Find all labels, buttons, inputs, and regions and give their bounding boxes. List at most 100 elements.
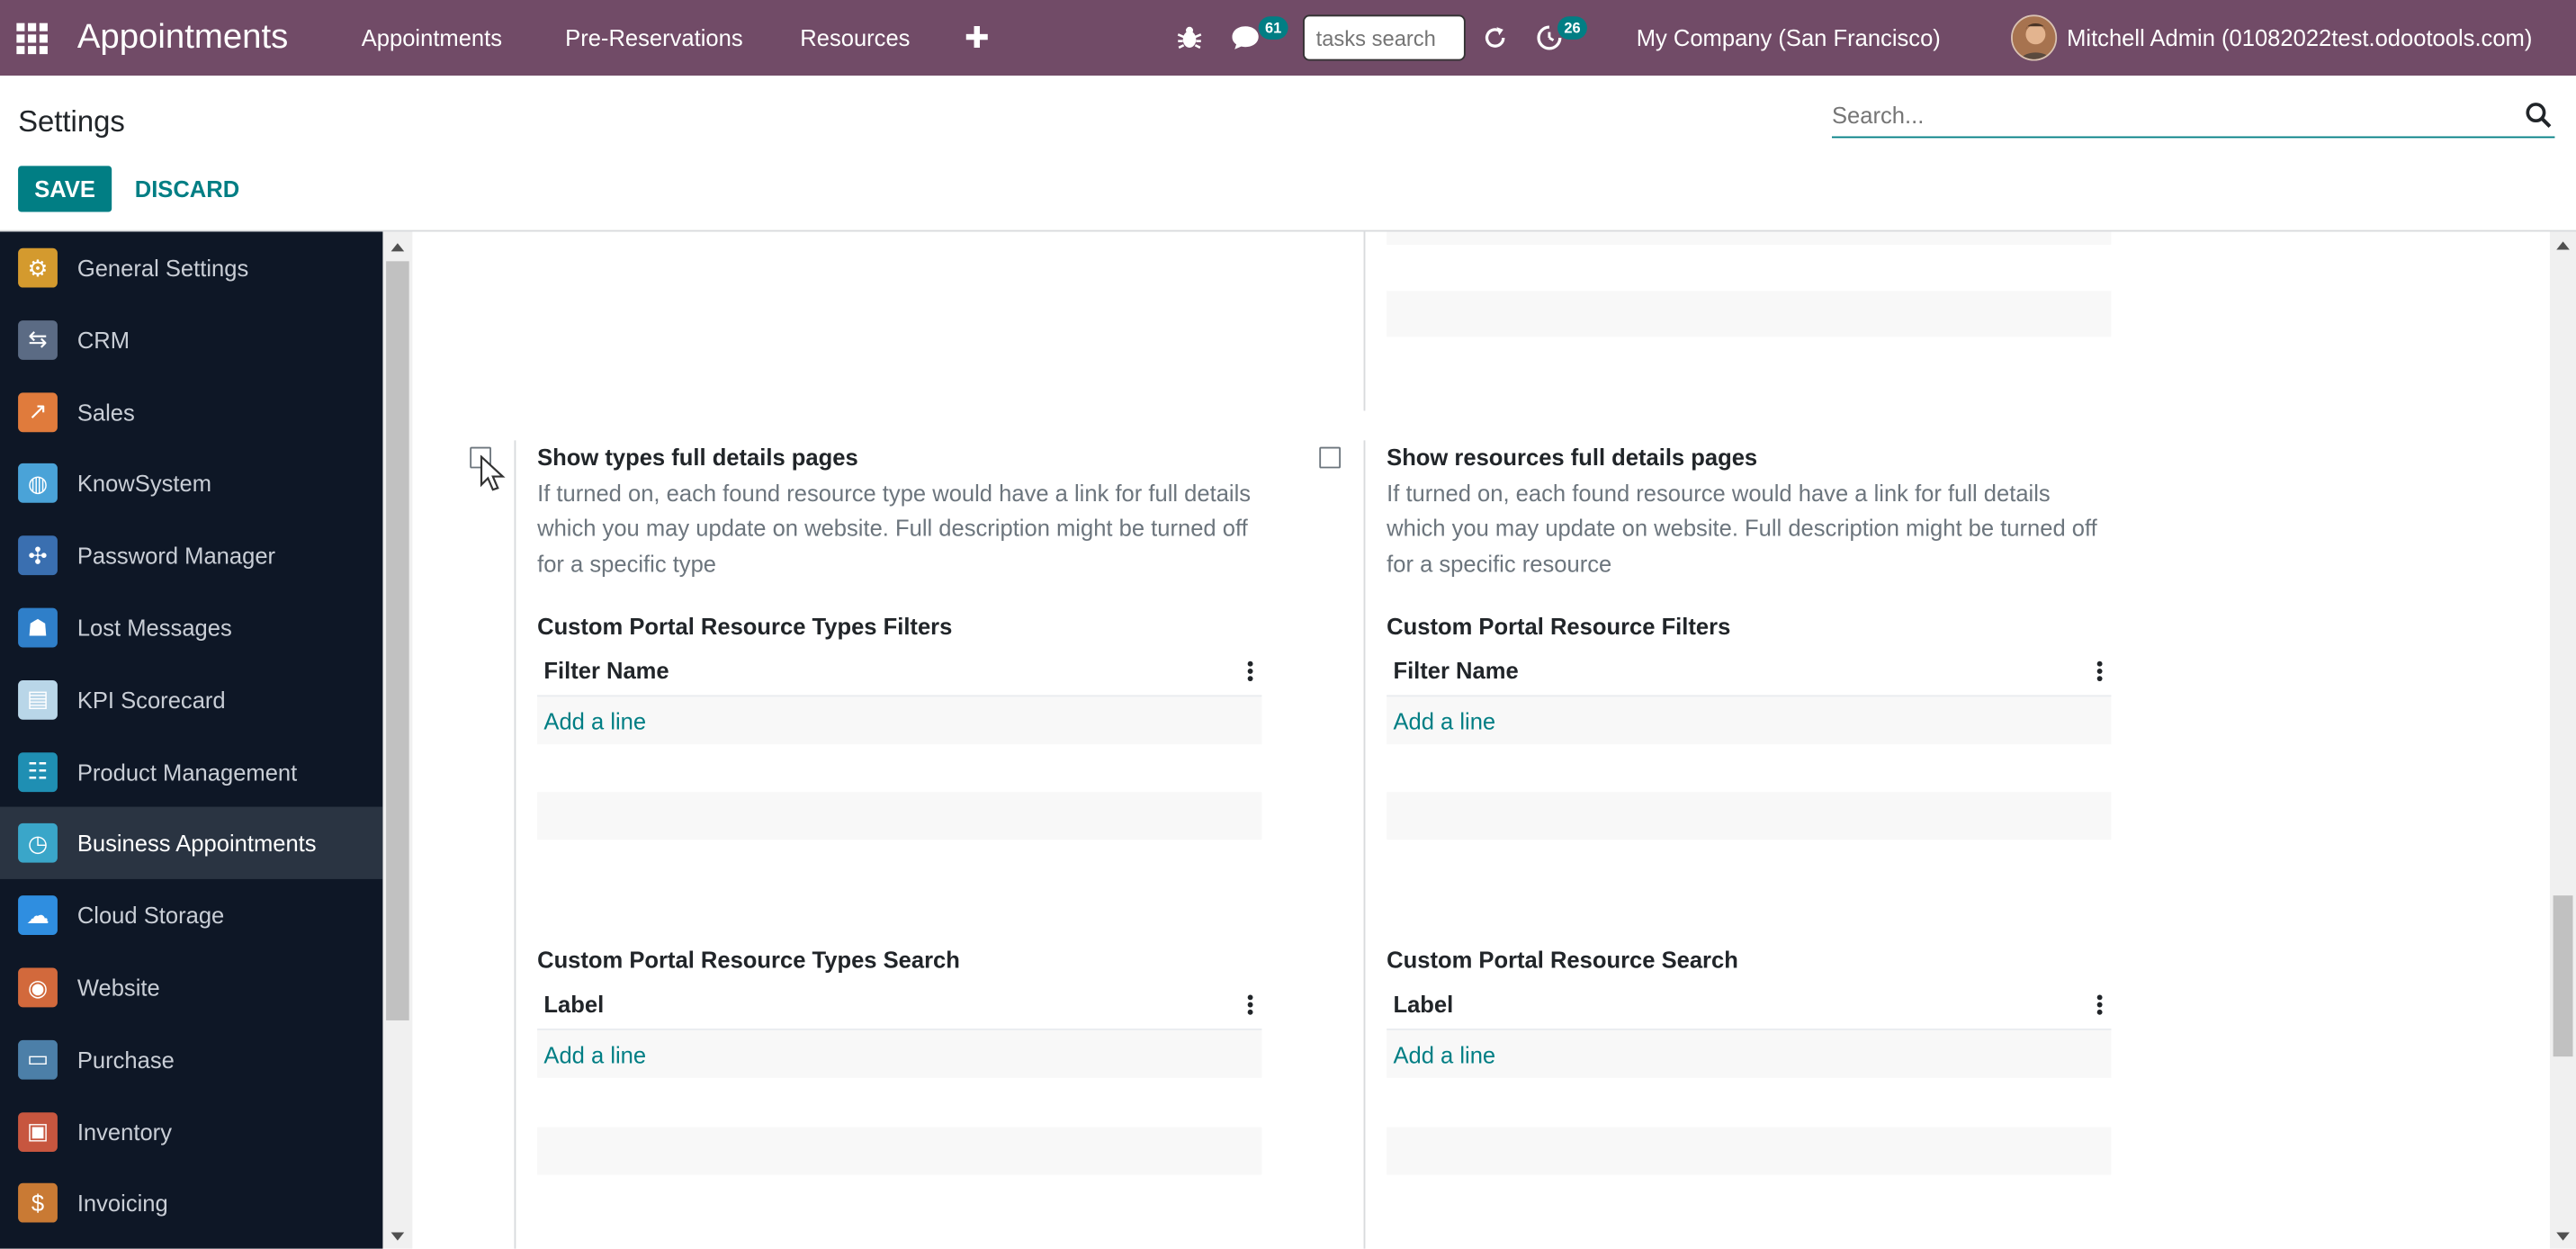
setting-description: If turned on, each found resource would … bbox=[1387, 480, 2097, 577]
section-title: Custom Portal Resource Types Search bbox=[537, 946, 960, 973]
menu-appointments[interactable]: Appointments bbox=[362, 0, 502, 76]
sidebar-item-label: Invoicing bbox=[76, 1190, 168, 1217]
show-resources-details-checkbox[interactable] bbox=[1319, 446, 1342, 469]
content-scrollbar[interactable] bbox=[2549, 231, 2576, 1249]
user-question-icon: ☗ bbox=[18, 607, 58, 648]
column-header[interactable]: Filter Name bbox=[1393, 657, 1518, 683]
user-menu[interactable]: Mitchell Admin (01082022test.odootools.c… bbox=[2067, 0, 2532, 76]
placeholder-row bbox=[1387, 291, 2112, 337]
add-line-link[interactable]: Add a line bbox=[1387, 695, 2112, 745]
sidebar-item-lost-messages[interactable]: ☗ Lost Messages bbox=[0, 591, 382, 663]
setting-description: If turned on, each found resource type w… bbox=[537, 480, 1252, 577]
app-brand[interactable]: Appointments bbox=[77, 0, 288, 76]
column-header[interactable]: Label bbox=[543, 991, 604, 1017]
table-header: Label bbox=[1387, 979, 2111, 1029]
quick-create-plus-icon[interactable]: ✚ bbox=[965, 0, 990, 76]
sidebar-scrollbar-thumb[interactable] bbox=[386, 261, 409, 1020]
page-title: Settings bbox=[18, 104, 125, 139]
sidebar-item-label: General Settings bbox=[76, 255, 249, 282]
column-header[interactable]: Label bbox=[1393, 991, 1453, 1017]
puzzle-icon: ✣ bbox=[18, 535, 58, 576]
column-options-icon[interactable] bbox=[2096, 994, 2103, 1016]
setting-title: Show resources full details pages bbox=[1387, 444, 1758, 471]
sidebar-item-website[interactable]: ◉ Website bbox=[0, 951, 382, 1023]
sidebar-item-label: Website bbox=[76, 974, 160, 1002]
menu-resources[interactable]: Resources bbox=[800, 0, 910, 76]
sidebar-item-label: KnowSystem bbox=[76, 470, 212, 498]
section-title: Custom Portal Resource Search bbox=[1387, 946, 1738, 973]
card-icon: ▭ bbox=[18, 1039, 58, 1080]
section-title: Custom Portal Resource Filters bbox=[1387, 613, 1731, 640]
settings-sidebar: ⚙ General Settings ⇆ CRM ↗ Sales ◍ KnowSystem ✣ P… bbox=[0, 231, 383, 1249]
add-line-link[interactable]: Add a line bbox=[537, 1029, 1262, 1078]
sidebar-scrollbar[interactable] bbox=[382, 231, 413, 1249]
sidebar-item-crm[interactable]: ⇆ CRM bbox=[0, 303, 382, 375]
sidebar-item-invoicing[interactable]: $ Invoicing bbox=[0, 1167, 382, 1239]
apps-grid-icon[interactable] bbox=[16, 0, 49, 76]
table-header: Label bbox=[537, 979, 1261, 1029]
column-options-icon[interactable] bbox=[1247, 660, 1253, 682]
sidebar-item-label: Purchase bbox=[76, 1046, 175, 1074]
activities-count-badge: 26 bbox=[1557, 16, 1587, 40]
placeholder-row bbox=[1387, 792, 2112, 840]
column-header[interactable]: Filter Name bbox=[543, 657, 669, 683]
search-icon[interactable] bbox=[2526, 102, 2552, 129]
add-line-link[interactable]: Add a line bbox=[1387, 1029, 2112, 1078]
sidebar-item-label: Cloud Storage bbox=[76, 902, 225, 930]
chat-icon[interactable] bbox=[1231, 0, 1264, 76]
document-icon: ▤ bbox=[18, 679, 58, 720]
column-options-icon[interactable] bbox=[2096, 660, 2103, 682]
scroll-up-arrow-icon[interactable] bbox=[390, 243, 405, 252]
menu-pre-reservations[interactable]: Pre-Reservations bbox=[565, 0, 742, 76]
content-scrollbar-thumb[interactable] bbox=[2553, 895, 2573, 1057]
company-switcher[interactable]: My Company (San Francisco) bbox=[1637, 0, 1941, 76]
chart-icon: ↗ bbox=[18, 391, 58, 432]
placeholder-row bbox=[537, 792, 1262, 840]
column-divider bbox=[1363, 440, 1366, 1249]
brain-icon: ◍ bbox=[18, 463, 58, 504]
sidebar-item-inventory[interactable]: ▣ Inventory bbox=[0, 1095, 382, 1167]
sidebar-item-general-settings[interactable]: ⚙ General Settings bbox=[0, 231, 382, 303]
sidebar-item-kpi-scorecard[interactable]: ▤ KPI Scorecard bbox=[0, 663, 382, 735]
sidebar-item-purchase[interactable]: ▭ Purchase bbox=[0, 1023, 382, 1095]
clock-icon: ◷ bbox=[18, 823, 58, 864]
sidebar-item-label: Inventory bbox=[76, 1118, 172, 1145]
sidebar-item-label: Business Appointments bbox=[76, 830, 317, 858]
sidebar-item-product-management[interactable]: ☷ Product Management bbox=[0, 735, 382, 807]
sidebar-item-sales[interactable]: ↗ Sales bbox=[0, 375, 382, 447]
bug-icon[interactable] bbox=[1176, 0, 1206, 76]
add-line-link[interactable]: Add a line bbox=[537, 695, 1262, 745]
discard-button[interactable]: DISCARD bbox=[130, 166, 244, 211]
user-avatar[interactable] bbox=[2011, 14, 2058, 61]
sidebar-item-label: CRM bbox=[76, 327, 130, 354]
sidebar-item-label: Password Manager bbox=[76, 542, 276, 570]
handshake-icon: ⇆ bbox=[18, 319, 58, 360]
sidebar-item-cloud-storage[interactable]: ☁ Cloud Storage bbox=[0, 879, 382, 951]
gear-icon: ⚙ bbox=[18, 247, 58, 288]
sidebar-item-label: KPI Scorecard bbox=[76, 686, 226, 714]
scroll-up-arrow-icon[interactable] bbox=[2556, 241, 2570, 250]
sidebar-item-password-manager[interactable]: ✣ Password Manager bbox=[0, 519, 382, 591]
tasks-search-input[interactable] bbox=[1303, 14, 1466, 61]
scroll-down-arrow-icon[interactable] bbox=[390, 1232, 405, 1241]
invoice-icon: $ bbox=[18, 1183, 58, 1224]
settings-search-input[interactable] bbox=[1831, 94, 2506, 135]
refresh-icon[interactable] bbox=[1482, 0, 1508, 76]
sidebar-item-label: Product Management bbox=[76, 758, 298, 786]
table-header: Filter Name bbox=[1387, 646, 2111, 696]
activity-clock-icon[interactable] bbox=[1536, 0, 1562, 76]
top-navbar: Appointments Appointments Pre-Reservatio… bbox=[0, 0, 2576, 76]
column-options-icon[interactable] bbox=[1247, 994, 1253, 1016]
mouse-cursor-icon bbox=[480, 454, 506, 491]
save-button[interactable]: SAVE bbox=[18, 166, 112, 212]
hierarchy-icon: ☷ bbox=[18, 751, 58, 792]
table-header: Filter Name bbox=[537, 646, 1261, 696]
sidebar-item-knowsystem[interactable]: ◍ KnowSystem bbox=[0, 447, 382, 519]
placeholder-row bbox=[537, 1127, 1262, 1175]
section-title: Custom Portal Resource Types Filters bbox=[537, 613, 953, 640]
settings-search bbox=[1831, 94, 2555, 139]
column-divider bbox=[514, 440, 516, 1249]
scroll-down-arrow-icon[interactable] bbox=[2556, 1232, 2570, 1241]
sidebar-item-business-appointments[interactable]: ◷ Business Appointments bbox=[0, 807, 383, 880]
messages-count-badge: 61 bbox=[1258, 16, 1288, 40]
